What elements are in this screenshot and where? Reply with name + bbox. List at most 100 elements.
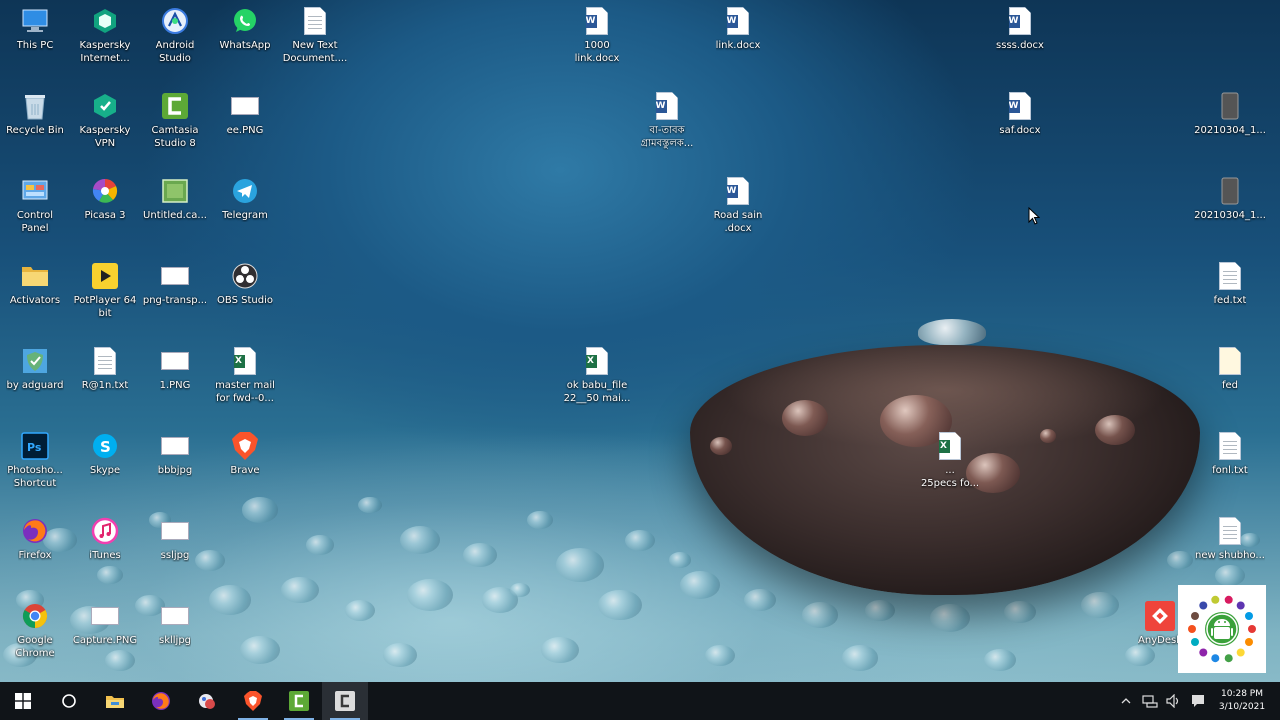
desktop-icon-untitled-ca[interactable]: Untitled.ca... [136, 176, 214, 222]
desktop-icon-label: OBS Studio [217, 295, 273, 306]
search-button[interactable] [46, 682, 92, 720]
taskbar-clock[interactable]: 10:28 PM 3/10/2021 [1214, 688, 1270, 714]
camtasia-taskbar-button[interactable] [276, 682, 322, 720]
desktop-icon-this-pc[interactable]: This PC [0, 6, 74, 52]
desktop-icon-skype[interactable]: S Skype [66, 431, 144, 477]
image-file-icon [160, 431, 190, 461]
desktop-icon-label: iTunes [89, 550, 121, 561]
desktop-icon-android-studio[interactable]: Android Studio [136, 6, 214, 65]
desktop-icon-label: Camtasia Studio 8 [151, 125, 199, 149]
desktop-icon-specs-file[interactable]: X ... 25pecs fo... [911, 431, 989, 490]
desktop-icon-potplayer[interactable]: PotPlayer 64 bit [66, 261, 144, 320]
desktop-icon-picasa[interactable]: Picasa 3 [66, 176, 144, 222]
app-icon [199, 694, 215, 709]
desktop-icon-photoshop-shortcut[interactable]: Ps Photosho... Shortcut [0, 431, 74, 490]
desktop-icon-bangla-docx[interactable]: W বা-তাবক গ্রামবস্তুলক... [628, 91, 706, 150]
desktop-icon-bbbjpg[interactable]: bbbjpg [136, 431, 214, 477]
desktop-icon-new-text-document[interactable]: New Text Document.... [276, 6, 354, 65]
text-file-icon [1215, 261, 1245, 291]
desktop-icon-itunes[interactable]: iTunes [66, 516, 144, 562]
notification-message-icon[interactable] [1190, 693, 1206, 709]
anydesk-icon [1145, 601, 1175, 631]
desktop-icon-r-at-1n-txt[interactable]: R@1n.txt [66, 346, 144, 392]
word-file-icon: W [652, 91, 682, 121]
chrome-icon [20, 601, 50, 631]
desktop-icon-label: link.docx [715, 40, 761, 51]
text-file-icon [1215, 516, 1245, 546]
desktop-icon-kaspersky-vpn[interactable]: Kaspersky VPN [66, 91, 144, 150]
desktop-icon-1-png[interactable]: 1.PNG [136, 346, 214, 392]
desktop-icon-label: AnyDesk [1138, 635, 1182, 646]
word-file-icon: W [582, 6, 612, 36]
desktop-icon-ok-babu-file[interactable]: Xok babu_file 22__50 mai... [558, 346, 636, 405]
desktop-icon-whatsapp[interactable]: WhatsApp [206, 6, 284, 52]
desktop-icon-camtasia[interactable]: Camtasia Studio 8 [136, 91, 214, 150]
desktop-icon-label: Activators [9, 295, 61, 306]
image-file-icon [160, 346, 190, 376]
cortana-search-icon [62, 694, 76, 708]
volume-icon[interactable] [1166, 693, 1182, 709]
kaspersky-icon [90, 6, 120, 36]
camtasia-recorder-icon [335, 691, 355, 711]
desktop-icon-obs-studio[interactable]: OBS Studio [206, 261, 284, 307]
desktop-icon-road-sain-docx[interactable]: W Road sain .docx [699, 176, 777, 235]
desktop[interactable]: This PC Kaspersky Internet... Android Stud… [0, 0, 1280, 720]
desktop-icon-recycle-bin[interactable]: Recycle Bin [0, 91, 74, 137]
desktop-icon-label: PotPlayer 64 bit [73, 295, 137, 319]
desktop-icon-ssss-docx[interactable]: Wssss.docx [981, 6, 1059, 52]
desktop-icon-fed-folder[interactable]: fed [1191, 346, 1269, 392]
network-icon[interactable] [1142, 693, 1158, 709]
obs-icon [230, 261, 260, 291]
desktop-icon-google-chrome[interactable]: Google Chrome [0, 601, 74, 660]
desktop-icon-1000-link-docx[interactable]: W 1000 link.docx [558, 6, 636, 65]
desktop-icon-fed-txt[interactable]: fed.txt [1191, 261, 1269, 307]
app-taskbar-button[interactable] [184, 682, 230, 720]
desktop-icon-label: Control Panel [16, 210, 54, 234]
text-file-icon [90, 346, 120, 376]
desktop-icon-telegram[interactable]: Telegram [206, 176, 284, 222]
firefox-taskbar-button[interactable] [138, 682, 184, 720]
brave-taskbar-button[interactable] [230, 682, 276, 720]
desktop-icon-sklljpg[interactable]: sklljpg [136, 601, 214, 647]
desktop-icon-label: ssljpg [160, 550, 190, 561]
desktop-icon-label: 1000 link.docx [574, 40, 620, 64]
desktop-icon-label: Skype [89, 465, 121, 476]
desktop-icon-png-transp[interactable]: png-transp... [136, 261, 214, 307]
windows-start-icon [15, 693, 31, 709]
desktop-icon-kaspersky-internet[interactable]: Kaspersky Internet... [66, 6, 144, 65]
image-file-icon [90, 601, 120, 631]
show-hidden-icons-chevron-up-icon[interactable] [1118, 693, 1134, 709]
desktop-icon-label: Recycle Bin [6, 125, 64, 136]
desktop-icon-label: 20210304_1... [1194, 125, 1266, 136]
svg-text:S: S [100, 438, 111, 456]
phone-image-icon [1215, 91, 1245, 121]
start-button[interactable] [0, 682, 46, 720]
computer-icon [20, 6, 50, 36]
desktop-icon-fonl-txt[interactable]: fonl.txt [1191, 431, 1269, 477]
desktop-icon-master-mail[interactable]: Xmaster mail for fwd--0... [206, 346, 284, 405]
desktop-icon-link-docx[interactable]: Wlink.docx [699, 6, 777, 52]
clock-time: 10:28 PM [1221, 689, 1263, 699]
desktop-icon-20210304-1a[interactable]: 20210304_1... [1191, 91, 1269, 137]
folder-icon [106, 696, 124, 708]
control-panel-icon [20, 176, 50, 206]
desktop-icon-new-shubho[interactable]: new shubho... [1191, 516, 1269, 562]
image-file-icon [160, 516, 190, 546]
desktop-icon-20210304-1b[interactable]: 20210304_1... [1191, 176, 1269, 222]
desktop-icon-capture-png[interactable]: Capture.PNG [66, 601, 144, 647]
system-tray: 10:28 PM 3/10/2021 [1118, 682, 1280, 720]
skype-icon: S [90, 431, 120, 461]
camtasia-recorder-taskbar-button[interactable] [322, 682, 368, 720]
desktop-icon-ee-png[interactable]: ee.PNG [206, 91, 284, 137]
mouse-cursor [1028, 206, 1041, 229]
desktop-icon-firefox[interactable]: Firefox [0, 516, 74, 562]
desktop-icon-label: new shubho... [1195, 550, 1265, 561]
desktop-icon-activators[interactable]: Activators [0, 261, 74, 307]
desktop-icon-saf-docx[interactable]: Wsaf.docx [981, 91, 1059, 137]
desktop-icon-label: 1.PNG [159, 380, 191, 391]
desktop-icon-ssljpg[interactable]: ssljpg [136, 516, 214, 562]
file-explorer-button[interactable] [92, 682, 138, 720]
desktop-icon-control-panel[interactable]: Control Panel [0, 176, 74, 235]
desktop-icon-brave[interactable]: Brave [206, 431, 284, 477]
desktop-icon-by-adguard[interactable]: by adguard [0, 346, 74, 392]
